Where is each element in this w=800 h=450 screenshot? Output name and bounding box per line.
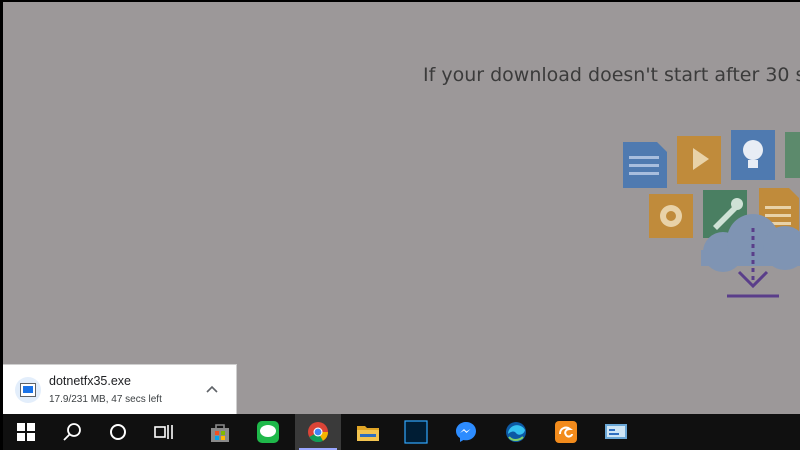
gear-icon [649, 194, 693, 238]
cortana-circle-icon[interactable] [95, 414, 141, 450]
document-icon [623, 142, 667, 188]
chevron-up-icon[interactable] [202, 379, 222, 399]
taskbar [3, 414, 800, 450]
partial-tile-icon [785, 132, 800, 178]
download-filename[interactable]: dotnetfx35.exe [49, 374, 131, 388]
uc-browser-icon[interactable] [543, 414, 589, 450]
lightbulb-icon [731, 130, 775, 180]
download-illustration [623, 130, 800, 298]
download-page: If your download doesn't start after 30 … [3, 2, 800, 414]
chrome-icon[interactable] [295, 414, 341, 450]
messenger-icon[interactable] [443, 414, 489, 450]
photoshop-icon[interactable] [393, 414, 439, 450]
store-bag-icon[interactable] [197, 414, 243, 450]
video-play-icon [677, 136, 721, 184]
installer-icon[interactable] [15, 377, 41, 403]
control-panel-icon[interactable] [593, 414, 639, 450]
line-app-icon[interactable] [245, 414, 291, 450]
task-view-icon[interactable] [141, 414, 187, 450]
download-status: 17.9/231 MB, 47 secs left [49, 394, 162, 405]
download-shelf: dotnetfx35.exe 17.9/231 MB, 47 secs left [3, 364, 237, 414]
download-message: If your download doesn't start after 30 … [423, 64, 800, 86]
windows-logo-icon[interactable] [3, 414, 49, 450]
search-icon[interactable] [49, 414, 95, 450]
folder-icon[interactable] [345, 414, 391, 450]
edge-icon[interactable] [493, 414, 539, 450]
